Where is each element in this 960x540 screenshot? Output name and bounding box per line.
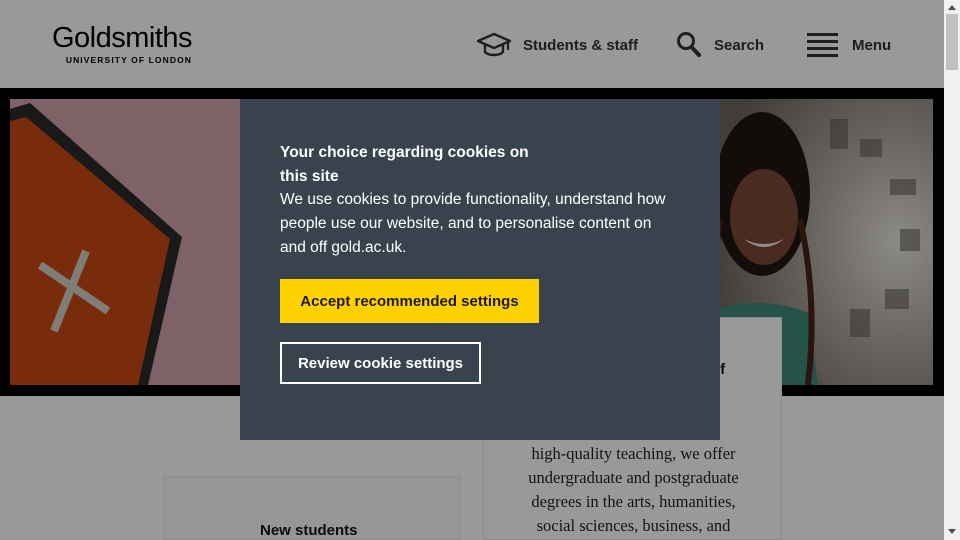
cookie-title-line: Your choice regarding cookies on <box>280 144 529 161</box>
cookie-text-line: and off gold.ac.uk. <box>280 239 407 256</box>
cookie-text-line: We use cookies to provide functionality,… <box>280 191 666 208</box>
accept-recommended-settings-button[interactable]: Accept recommended settings <box>280 279 539 323</box>
cookie-dialog-text: We use cookies to provide functionality,… <box>280 188 700 260</box>
cookie-consent-dialog: Your choice regarding cookies on this si… <box>240 99 720 440</box>
scroll-down-arrow-icon[interactable] <box>948 529 956 534</box>
cookie-dialog-title: Your choice regarding cookies on this si… <box>280 141 580 189</box>
cookie-title-line: this site <box>280 168 339 185</box>
scroll-up-arrow-icon[interactable] <box>948 5 956 10</box>
review-cookie-settings-button[interactable]: Review cookie settings <box>280 342 481 384</box>
page-scrollbar[interactable] <box>944 0 960 540</box>
cookie-text-line: people use our website, and to personali… <box>280 215 652 232</box>
scrollbar-thumb[interactable] <box>946 14 958 70</box>
